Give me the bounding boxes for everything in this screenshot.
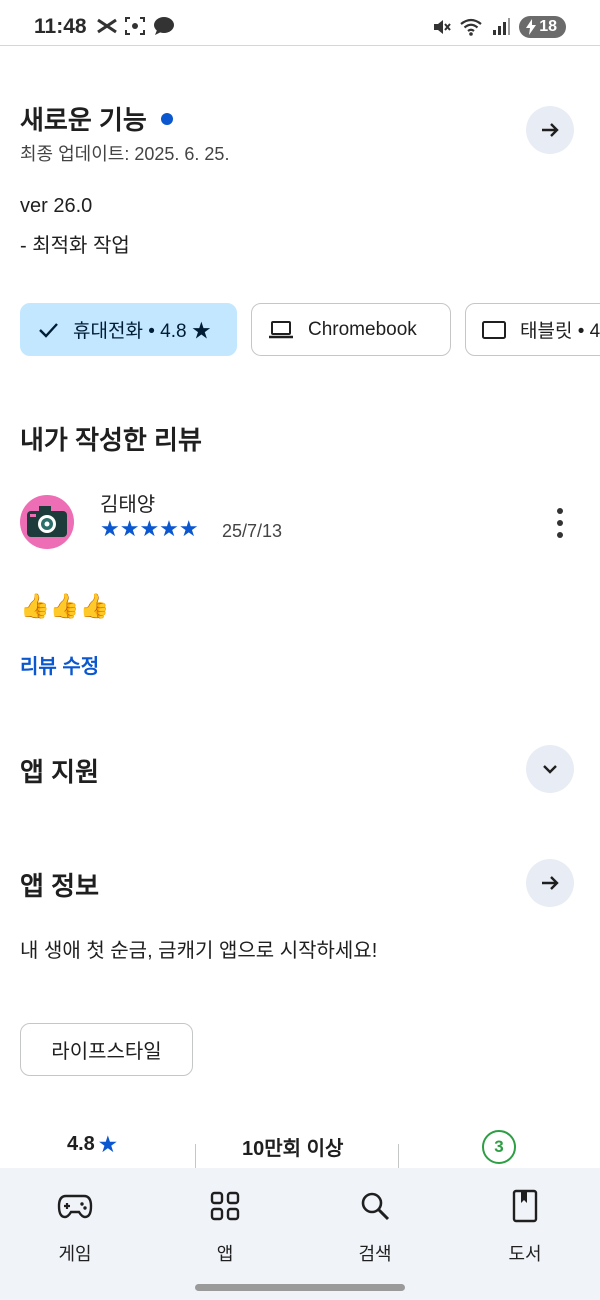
app-info-arrow-button[interactable]	[526, 859, 574, 907]
version-text: ver 26.0	[20, 195, 93, 217]
review-stars: ★★★★★	[100, 517, 199, 542]
wifi-icon	[460, 18, 482, 36]
chip-chromebook-label: Chromebook	[308, 318, 417, 340]
home-indicator[interactable]	[195, 1284, 405, 1291]
book-icon	[512, 1189, 538, 1223]
apps-grid-icon	[210, 1191, 240, 1221]
age-rating-badge: 3	[482, 1130, 516, 1164]
chip-phone-label: 휴대전화 • 4.8 ★	[73, 321, 211, 342]
mute-icon	[434, 20, 451, 34]
whats-new-arrow-button[interactable]	[526, 106, 574, 154]
more-vert-icon	[557, 508, 563, 514]
battery-indicator: 18	[519, 16, 566, 38]
whats-new-header: 새로운 기능	[20, 100, 173, 137]
signal-icon	[493, 18, 511, 35]
search-icon	[361, 1192, 390, 1221]
status-bar: 11:48 18	[0, 0, 600, 46]
review-text: 👍👍👍	[20, 592, 110, 620]
category-chip[interactable]: 라이프스타일	[20, 1023, 193, 1076]
stat-divider	[195, 1144, 196, 1170]
nav-games[interactable]: 게임	[25, 1186, 125, 1266]
charging-icon	[526, 19, 537, 35]
chip-tablet[interactable]: 태블릿 • 4	[465, 303, 600, 356]
new-indicator-dot	[160, 112, 173, 125]
rating-value: 4.8	[67, 1133, 95, 1155]
battery-level: 18	[539, 18, 557, 35]
chip-tablet-label: 태블릿 • 4	[520, 321, 600, 342]
avatar	[20, 495, 74, 549]
gamepad-icon	[57, 1194, 93, 1219]
device-filter-chips: 휴대전화 • 4.8 ★ Chromebook 태블릿 • 4	[20, 303, 600, 356]
app-description: 내 생애 첫 순금, 금캐기 앱으로 시작하세요!	[20, 940, 378, 962]
review-more-options-button[interactable]	[546, 505, 574, 541]
tablet-icon	[482, 320, 506, 339]
whats-new-title: 새로운 기능	[20, 105, 147, 135]
release-notes: - 최적화 작업	[20, 235, 130, 257]
chat-icon	[154, 17, 174, 35]
app-info-title: 앱 정보	[20, 871, 99, 901]
status-time: 11:48	[34, 15, 87, 38]
nav-apps-label: 앱	[216, 1244, 234, 1264]
bottom-navigation: 게임 앱 검색 도서	[0, 1168, 600, 1300]
chip-chromebook[interactable]: Chromebook	[251, 303, 451, 356]
chevron-down-icon	[543, 765, 557, 774]
review-date: 25/7/13	[222, 521, 283, 541]
arrow-right-icon	[542, 876, 559, 890]
screenshot-icon	[125, 17, 145, 35]
stat-rating: 4.8 ★	[67, 1132, 117, 1157]
chip-phone[interactable]: 휴대전화 • 4.8 ★	[20, 303, 237, 356]
rating-star-icon: ★	[98, 1134, 117, 1156]
stat-divider	[398, 1144, 399, 1170]
edit-review-link[interactable]: 리뷰 수정	[20, 650, 99, 679]
nav-games-label: 게임	[58, 1244, 92, 1264]
app-support-expand-button[interactable]	[526, 745, 574, 793]
capcut-icon	[97, 18, 117, 34]
app-support-title: 앱 지원	[20, 757, 99, 787]
stat-downloads: 10만회 이상	[242, 1138, 344, 1160]
reviewer-name: 김태양	[100, 494, 156, 516]
nav-books[interactable]: 도서	[475, 1186, 575, 1266]
system-icons: 18	[431, 16, 566, 38]
check-icon	[39, 322, 58, 338]
last-updated: 최종 업데이트: 2025. 6. 25.	[20, 144, 230, 164]
nav-search-label: 검색	[358, 1244, 392, 1264]
nav-search[interactable]: 검색	[325, 1186, 425, 1266]
arrow-right-icon	[542, 123, 559, 137]
nav-books-label: 도서	[508, 1244, 542, 1264]
my-review-title: 내가 작성한 리뷰	[20, 425, 202, 455]
camera-avatar-icon	[27, 506, 67, 537]
laptop-icon	[269, 320, 293, 338]
notification-icons	[96, 16, 176, 36]
nav-apps[interactable]: 앱	[175, 1186, 275, 1266]
